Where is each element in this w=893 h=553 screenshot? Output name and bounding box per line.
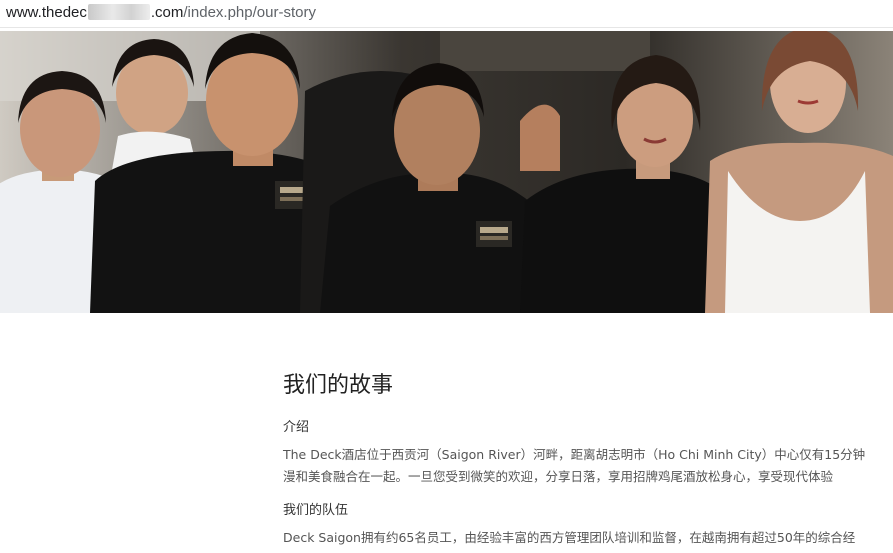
redacted-blur <box>87 4 150 20</box>
our-story-section: 我们的故事 介绍 The Deck酒店位于西贡河（Saigon River）河畔… <box>283 365 893 549</box>
intro-paragraph-line-2: 漫和美食融合在一起。一旦您受到微笑的欢迎，分享日落，享用招牌鸡尾酒放松身心，享受… <box>283 469 834 484</box>
team-photo-illustration <box>0 31 893 313</box>
url-text[interactable]: www.thedec .com/index.php/our-story <box>6 4 316 22</box>
url-host: www.thedec <box>6 4 87 21</box>
page-title: 我们的故事 <box>283 373 394 398</box>
intro-heading: 介绍 <box>283 420 310 435</box>
team-paragraph-line-1: Deck Saigon拥有约65名员工，由经验丰富的西方管理团队培训和监督，在越… <box>283 530 856 545</box>
team-heading: 我们的队伍 <box>283 503 349 518</box>
intro-paragraph-line-1: The Deck酒店位于西贡河（Saigon River）河畔，距离胡志明市（H… <box>283 447 866 462</box>
url-host-suffix: .com <box>150 4 184 21</box>
url-path: /index.php/our-story <box>183 4 316 21</box>
address-bar[interactable]: www.thedec .com/index.php/our-story <box>0 0 893 28</box>
team-photo <box>0 31 893 313</box>
